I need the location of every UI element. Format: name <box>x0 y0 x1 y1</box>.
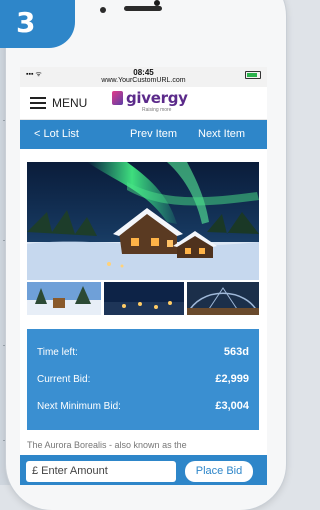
thumbnail-image[interactable] <box>27 282 101 315</box>
address-url[interactable]: www.YourCustomURL.com <box>20 77 267 84</box>
lot-list-link[interactable]: < Lot List <box>34 128 79 140</box>
time-left-label: Time left: <box>37 347 78 358</box>
place-bid-button[interactable]: Place Bid <box>185 461 253 482</box>
current-bid-label: Current Bid: <box>37 374 91 385</box>
battery-icon <box>245 71 261 79</box>
logo-tagline: Raising more <box>142 107 172 113</box>
time-left-value: 563d <box>223 346 249 358</box>
thumbnail-strip <box>27 282 259 315</box>
front-camera-icon <box>100 7 106 13</box>
status-time: 08:45 <box>133 68 154 77</box>
prev-item-link[interactable]: Prev Item <box>130 128 177 140</box>
current-bid-row: Current Bid: £2,999 <box>37 373 249 390</box>
step-number: 3 <box>16 6 36 39</box>
menu-label[interactable]: MENU <box>52 96 87 110</box>
bid-info-panel: Time left: 563d Current Bid: £2,999 Next… <box>27 329 259 430</box>
time-left-row: Time left: 563d <box>37 346 249 363</box>
bid-amount-placeholder: £ Enter Amount <box>32 465 108 477</box>
bid-bar: £ Enter Amount Place Bid <box>20 455 267 485</box>
bid-amount-input[interactable]: £ Enter Amount <box>26 461 176 482</box>
lot-main-image[interactable] <box>27 162 259 280</box>
status-bar: ▪▪▪ ᯤ 08:45 www.YourCustomURL.com <box>20 67 267 87</box>
next-min-bid-value: £3,004 <box>215 400 249 412</box>
logo-mark-icon <box>112 91 123 105</box>
app-header: MENU givergy Raising more <box>20 87 267 120</box>
next-min-bid-label: Next Minimum Bid: <box>37 401 121 412</box>
lot-navigation-bar: < Lot List Prev Item Next Item <box>20 120 267 149</box>
current-bid-value: £2,999 <box>215 373 249 385</box>
thumbnail-image[interactable] <box>187 282 259 315</box>
next-item-link[interactable]: Next Item <box>198 128 245 140</box>
step-badge: 3 <box>0 0 75 48</box>
menu-icon[interactable] <box>30 97 46 109</box>
earpiece-speaker <box>124 6 162 11</box>
thumbnail-image[interactable] <box>104 282 184 315</box>
logo-wordmark: givergy <box>126 89 188 107</box>
lot-description: The Aurora Borealis - also known as the <box>27 440 187 450</box>
phone-screen: ▪▪▪ ᯤ 08:45 www.YourCustomURL.com MENU g… <box>20 67 267 485</box>
next-min-bid-row: Next Minimum Bid: £3,004 <box>37 400 249 417</box>
